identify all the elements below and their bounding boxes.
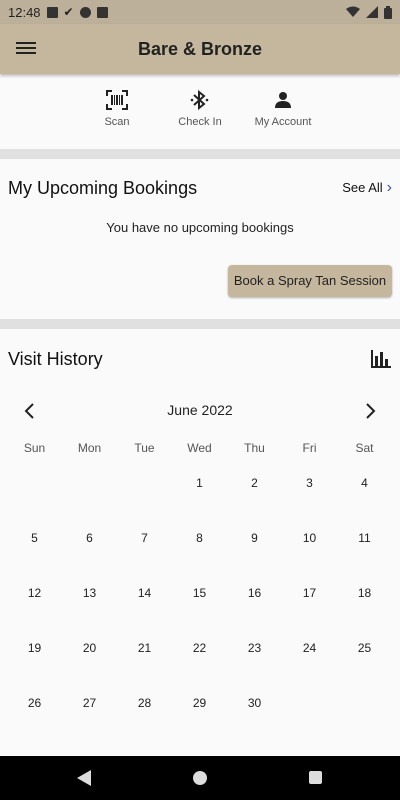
check-icon: ✔: [63, 5, 74, 19]
calendar-header: June 2022: [0, 402, 400, 422]
calendar-day[interactable]: 17: [282, 586, 337, 600]
signal-icon: [366, 6, 378, 18]
calendar-day[interactable]: 28: [117, 696, 172, 710]
calendar-day[interactable]: 13: [62, 586, 117, 600]
calendar-day[interactable]: 5: [7, 531, 62, 545]
calendar-day[interactable]: 21: [117, 641, 172, 655]
calendar-day[interactable]: 12: [7, 586, 62, 600]
empty-bookings-message: You have no upcoming bookings: [106, 220, 294, 235]
see-all-label: See All: [342, 180, 383, 195]
calendar-day[interactable]: 26: [7, 696, 62, 710]
calendar-day[interactable]: 3: [282, 476, 337, 490]
bookings-title: My Upcoming Bookings: [8, 178, 198, 198]
check-in-label: Check In: [178, 116, 222, 128]
calendar-day[interactable]: 2: [227, 476, 282, 490]
scan-button[interactable]: Scan: [77, 90, 157, 128]
calendar-day[interactable]: 8: [172, 531, 227, 545]
book-spray-tan-button[interactable]: Book a Spray Tan Session: [228, 265, 392, 297]
chevron-right-icon: ›: [386, 178, 392, 196]
calendar-day[interactable]: 18: [337, 586, 392, 600]
see-all-link[interactable]: See All ›: [342, 178, 392, 196]
calendar-day[interactable]: 15: [172, 586, 227, 600]
my-account-button[interactable]: My Account: [243, 90, 323, 128]
person-icon: [275, 92, 291, 108]
recents-icon[interactable]: [309, 771, 322, 784]
calendar-day[interactable]: 19: [7, 641, 62, 655]
section-divider: [0, 149, 400, 159]
quick-actions: Scan Check In My Account: [0, 82, 400, 148]
sd-card-icon: [96, 6, 108, 18]
chevron-right-icon[interactable]: [362, 402, 378, 420]
sync-icon: [79, 6, 91, 18]
calendar-day[interactable]: 22: [172, 641, 227, 655]
calendar-day[interactable]: 27: [62, 696, 117, 710]
calendar-month: June 2022: [167, 402, 233, 418]
section-divider: [0, 319, 400, 329]
visit-history-title: Visit History: [8, 349, 103, 369]
weekday-label: Sat: [355, 441, 374, 455]
calendar-day[interactable]: 24: [282, 641, 337, 655]
calendar-day[interactable]: 4: [337, 476, 392, 490]
system-nav-bar: [0, 756, 400, 800]
battery-icon: [384, 5, 392, 19]
check-in-button[interactable]: Check In: [160, 90, 240, 128]
notification-icon: [46, 6, 58, 18]
calendar-day[interactable]: 6: [62, 531, 117, 545]
app-bar: Bare & Bronze: [0, 24, 400, 74]
weekday-label: Thu: [244, 441, 265, 455]
weekday-label: Tue: [134, 441, 155, 455]
bar-chart-icon[interactable]: [371, 350, 391, 368]
status-bar: 12:48 ✔: [0, 0, 400, 24]
weekday-label: Wed: [187, 441, 212, 455]
weekday-label: Sun: [23, 441, 46, 455]
weekday-label: Mon: [77, 441, 102, 455]
calendar-day[interactable]: 20: [62, 641, 117, 655]
calendar-day[interactable]: 23: [227, 641, 282, 655]
status-time: 12:48: [8, 4, 41, 20]
app-title: Bare & Bronze: [137, 38, 263, 59]
wifi-icon: [346, 6, 360, 17]
calendar-day[interactable]: 14: [117, 586, 172, 600]
calendar-day[interactable]: 29: [172, 696, 227, 710]
calendar-day[interactable]: 30: [227, 696, 282, 710]
calendar-day[interactable]: 11: [337, 531, 392, 545]
weekday-label: Fri: [302, 441, 317, 455]
calendar-day[interactable]: 9: [227, 531, 282, 545]
calendar-day[interactable]: 16: [227, 586, 282, 600]
calendar-day[interactable]: 1: [172, 476, 227, 490]
calendar-day[interactable]: 10: [282, 531, 337, 545]
calendar-day[interactable]: 7: [117, 531, 172, 545]
home-icon[interactable]: [193, 771, 207, 785]
barcode-scan-icon: [106, 90, 128, 110]
calendar-day[interactable]: 25: [337, 641, 392, 655]
bluetooth-icon: [190, 90, 209, 110]
scan-label: Scan: [104, 116, 130, 128]
my-account-label: My Account: [254, 116, 312, 128]
back-icon[interactable]: [77, 770, 91, 786]
